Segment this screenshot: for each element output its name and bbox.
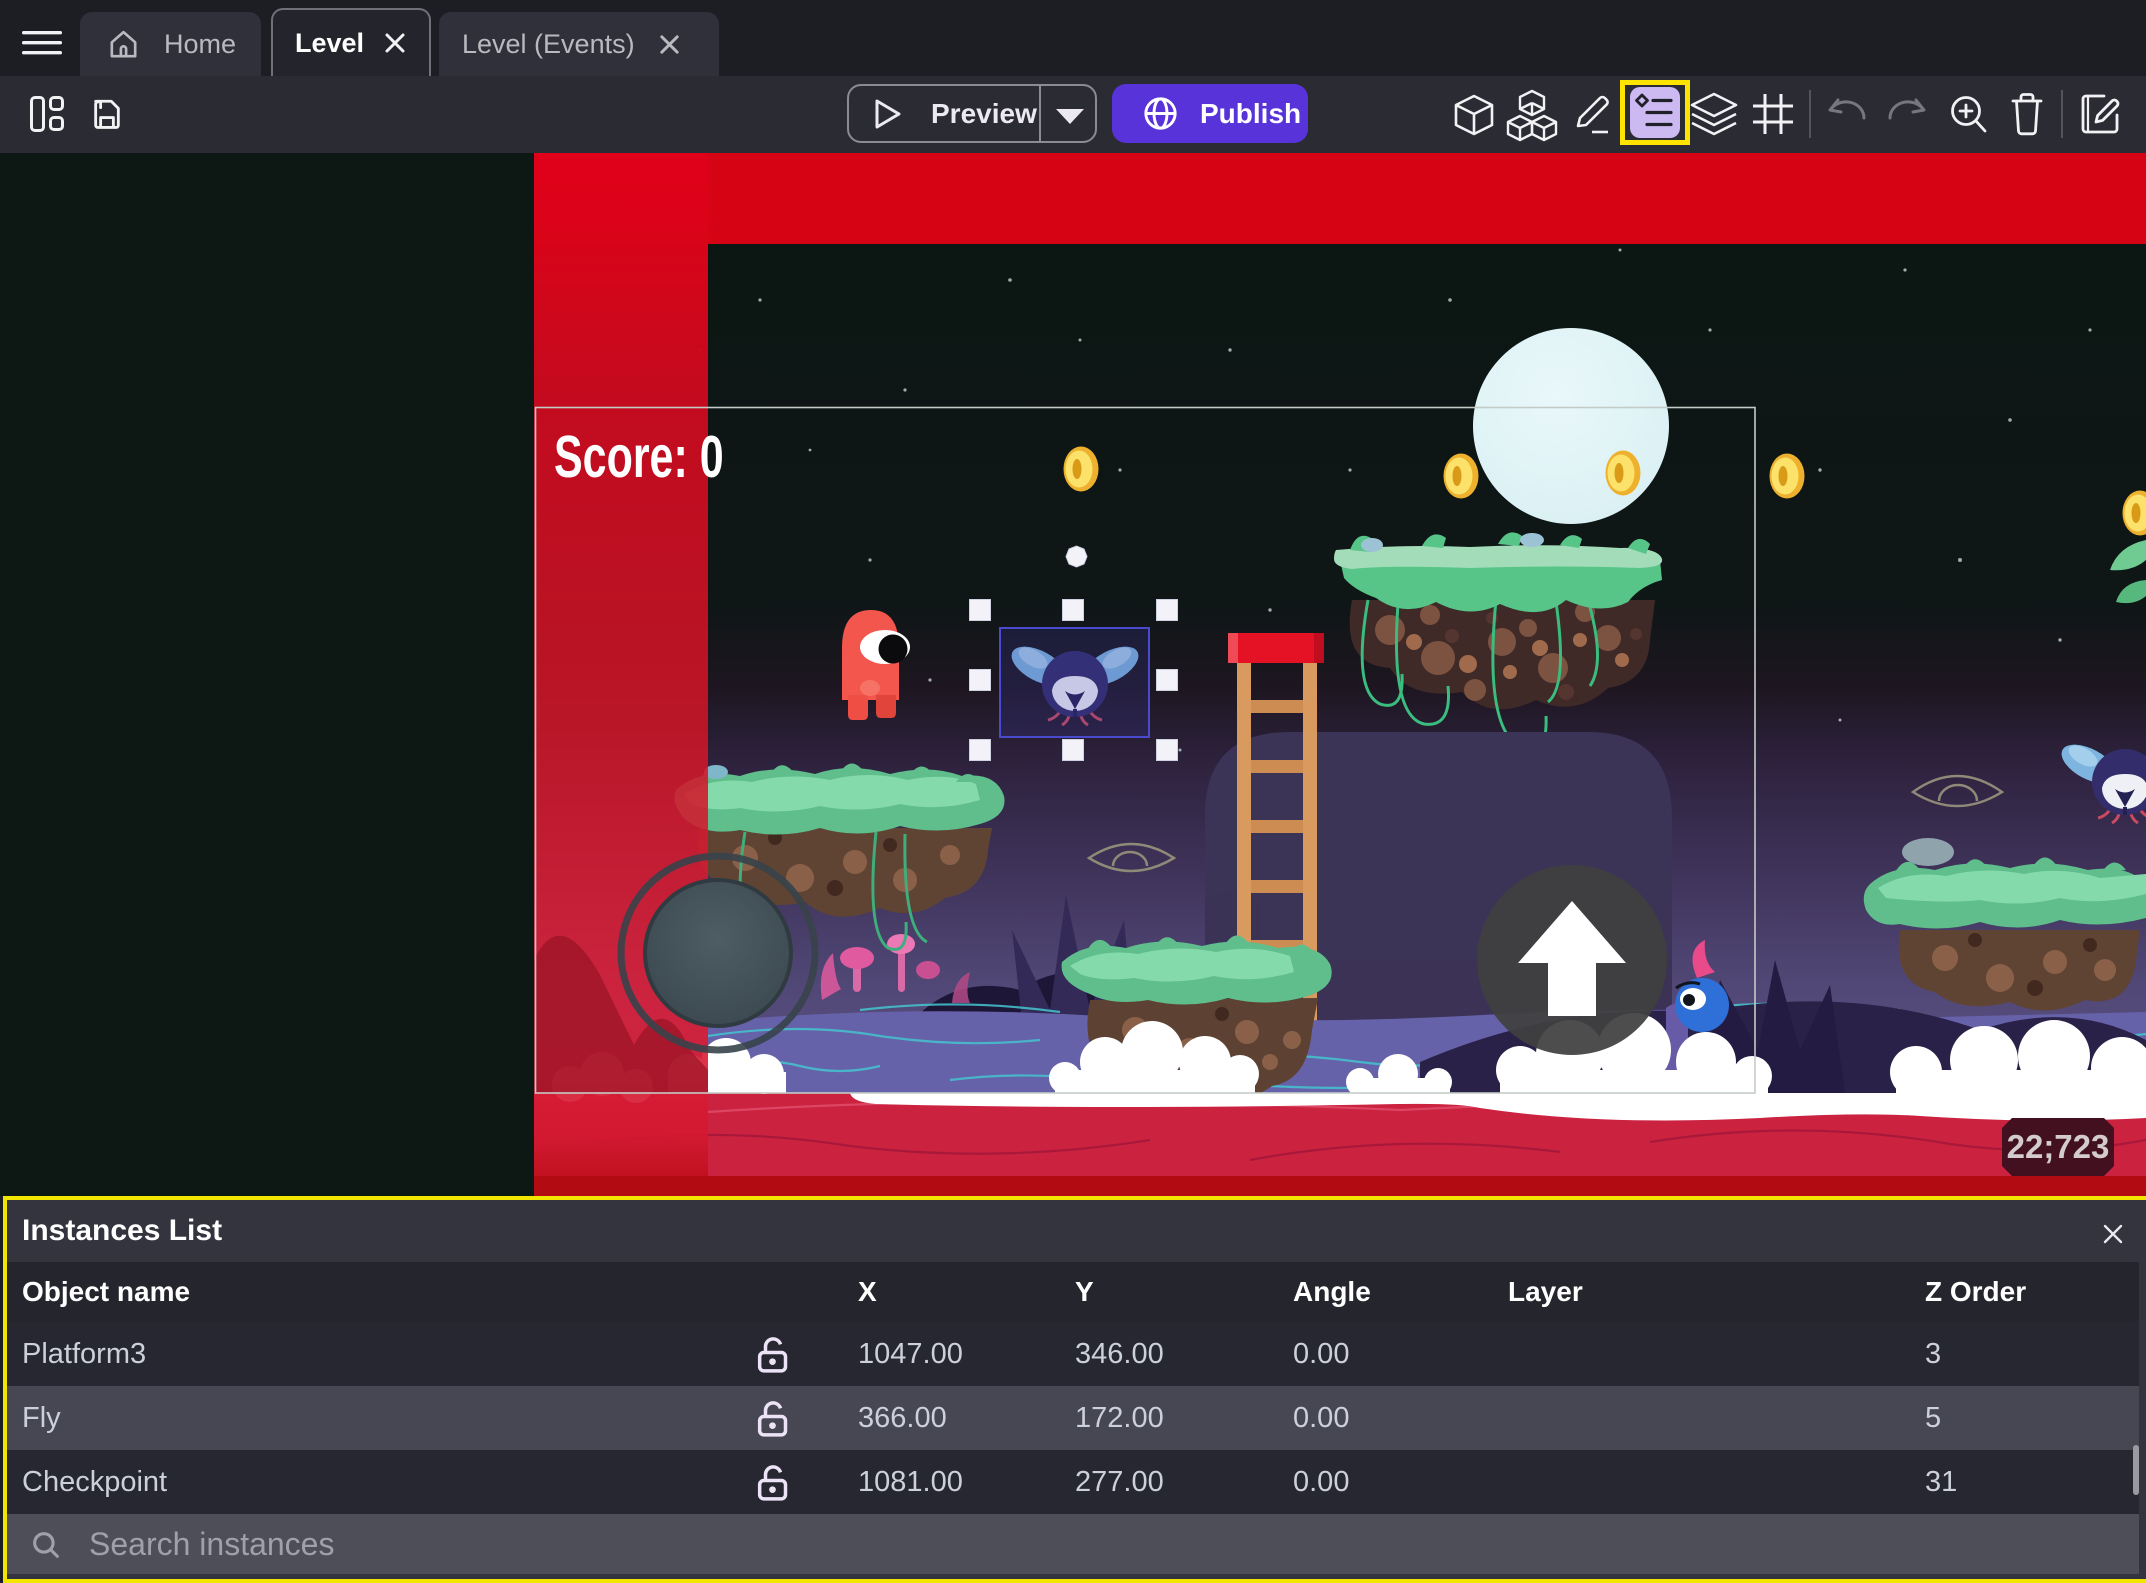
- svg-text:22;723: 22;723: [2007, 1128, 2110, 1165]
- svg-text:Score: 0: Score: 0: [554, 423, 724, 489]
